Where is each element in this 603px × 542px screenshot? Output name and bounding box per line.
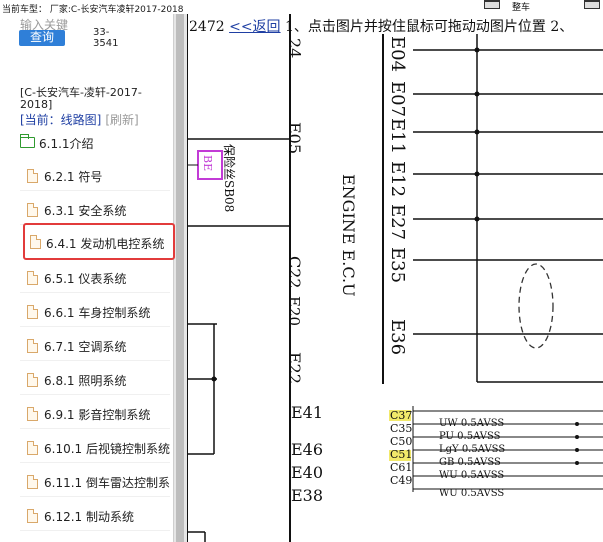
shield-ellipse <box>518 263 554 349</box>
wire-pin: C49 <box>390 474 412 487</box>
wire-pin: C50 <box>390 435 412 448</box>
window-icon[interactable] <box>484 0 500 9</box>
sidebar-item-parking-radar[interactable]: 6.11.1 倒车雷达控制系 <box>20 467 170 497</box>
pin-label: E12 <box>387 161 408 197</box>
wire-pin: C51 <box>390 448 412 461</box>
pin-label: E41 <box>291 403 323 422</box>
fuse-label: 保险丝SB08 <box>222 144 237 212</box>
pin-label: E35 <box>387 247 408 283</box>
document-icon <box>27 169 38 183</box>
sidebar-item-engine-control[interactable]: 6.4.1 发动机电控系统 <box>23 223 175 260</box>
sidebar-item-label: 6.7.1 空调系统 <box>44 340 127 354</box>
pin-label: 24 <box>285 38 304 58</box>
sidebar-item-label: 6.2.1 符号 <box>44 170 103 184</box>
wire-spec: GB 0.5AVSS <box>439 457 501 468</box>
sidebar-item-lighting[interactable]: 6.8.1 照明系统 <box>20 365 170 395</box>
wire-junction <box>575 448 579 452</box>
sidebar-item-safety[interactable]: 6.3.1 安全系统 <box>20 195 170 225</box>
wire-pin: C61 <box>390 461 412 474</box>
back-link[interactable]: <<返回 <box>229 19 280 35</box>
pin-label: E40 <box>291 463 323 482</box>
document-icon <box>27 509 38 523</box>
sidebar-item-label: 6.5.1 仪表系统 <box>44 272 127 286</box>
wire-spec: WU 0.5AVSS <box>439 470 504 481</box>
current-view-label: [当前：线路图] <box>20 113 102 127</box>
wire-pin: C37 <box>390 409 412 422</box>
wire-spec: WU 0.5AVSS <box>439 488 504 499</box>
document-icon <box>27 203 38 217</box>
search-count-2: 3541 <box>93 38 119 49</box>
sidebar-item-brake[interactable]: 6.12.1 制动系统 <box>20 501 170 531</box>
sidebar-item-instrument[interactable]: 6.5.1 仪表系统 <box>20 263 170 293</box>
wire-spec: LgY 0.5AVSS <box>439 444 505 455</box>
help-text: 1、点击图片并按住鼠标可拖动动图片位置 2、 <box>285 19 574 35</box>
current-view-row: [当前：线路图] [刷新] <box>20 111 139 128</box>
folder-icon <box>20 134 35 148</box>
sidebar-item-label: 6.4.1 发动机电控系统 <box>46 237 165 251</box>
wire-spec: UW 0.5AVSS <box>439 418 504 429</box>
pin-label: E20 <box>285 296 303 326</box>
car-model-title: [C-长安汽车-凌轩-2017-2018] <box>20 86 142 111</box>
pin-label: E27 <box>387 204 408 240</box>
help-number: 2472 <box>189 19 225 35</box>
wiring-diagram[interactable]: 24 E05 C22 E20 E22 E41 E46 E40 E38 保险丝SB… <box>187 14 603 542</box>
wiring-diagram-area[interactable]: 24 E05 C22 E20 E22 E41 E46 E40 E38 保险丝SB… <box>187 14 603 542</box>
pin-label: E46 <box>291 440 323 459</box>
document-icon <box>27 475 38 489</box>
document-icon <box>27 339 38 353</box>
pin-label: E38 <box>291 486 323 505</box>
ecu-label: ENGINE E.C.U <box>339 174 358 297</box>
sidebar-item-symbols[interactable]: 6.2.1 符号 <box>20 161 170 191</box>
help-line: 2472 <<返回 1、点击图片并按住鼠标可拖动动图片位置 2、 <box>189 16 573 36</box>
document-icon <box>27 373 38 387</box>
pin-label: E11 <box>387 118 408 154</box>
pin-label: E05 <box>285 122 304 154</box>
sidebar-item-label: 6.11.1 倒车雷达控制系 <box>44 476 170 490</box>
pin-label: E07 <box>387 81 408 117</box>
sidebar-item-label: 6.1.1介绍 <box>39 137 94 151</box>
pin-label: E22 <box>285 352 304 384</box>
top-bar: 当前车型： 厂家:C-长安汽车凌轩2017-2018 整车 <box>0 0 603 15</box>
pin-label: C22 <box>285 256 304 289</box>
document-icon <box>30 235 41 249</box>
sidebar-item-label: 6.10.1 后视镜控制系统 <box>44 442 170 456</box>
document-icon <box>27 407 38 421</box>
sidebar-scroll-thumb[interactable] <box>176 14 184 542</box>
sidebar-item-label: 6.9.1 影音控制系统 <box>44 408 151 422</box>
wire-junction <box>575 435 579 439</box>
document-icon <box>27 441 38 455</box>
document-icon <box>27 305 38 319</box>
wire-pin: C35 <box>390 422 412 435</box>
refresh-link[interactable]: [刷新] <box>105 113 138 127</box>
sidebar-item-label: 6.12.1 制动系统 <box>44 510 134 524</box>
sidebar-item-mirror[interactable]: 6.10.1 后视镜控制系统 <box>20 433 170 463</box>
search-button[interactable]: 查询 <box>19 30 65 46</box>
sidebar-item-body-control[interactable]: 6.6.1 车身控制系统 <box>20 297 170 327</box>
wire-spec: PU 0.5AVSS <box>439 431 501 442</box>
search-counts: 33- 3541 <box>93 27 118 49</box>
top-right-label[interactable]: 整车 <box>512 0 530 13</box>
wire-junction <box>211 376 217 382</box>
wire-junction <box>575 422 579 426</box>
sidebar-item-label: 6.3.1 安全系统 <box>44 204 127 218</box>
sidebar-item-label: 6.8.1 照明系统 <box>44 374 127 388</box>
pin-label: E04 <box>387 36 408 72</box>
document-icon <box>27 271 38 285</box>
wire-junction <box>575 461 579 465</box>
window-icon-right[interactable] <box>584 0 600 9</box>
fuse-box-label: BE <box>201 155 214 171</box>
pin-label: E36 <box>387 319 408 355</box>
sidebar-item-air-conditioning[interactable]: 6.7.1 空调系统 <box>20 331 170 361</box>
search-count-1: 33- <box>93 27 110 38</box>
sidebar-item-label: 6.6.1 车身控制系统 <box>44 306 151 320</box>
sidebar-item-audio[interactable]: 6.9.1 影音控制系统 <box>20 399 170 429</box>
ecu-connector-block <box>187 14 291 542</box>
